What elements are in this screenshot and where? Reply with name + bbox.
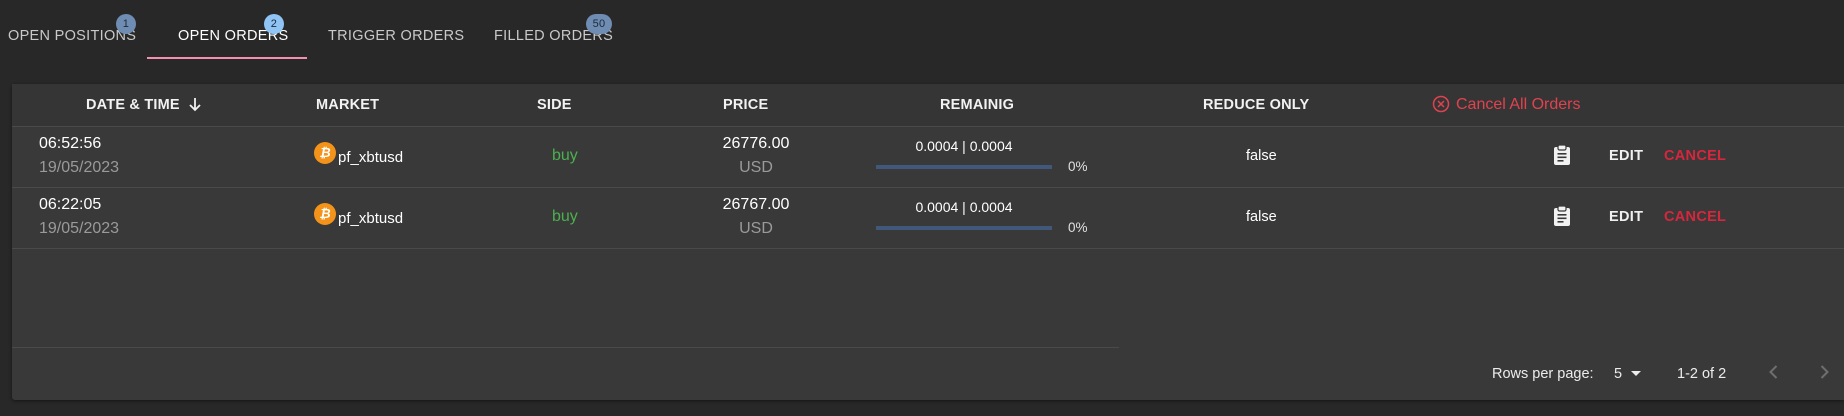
rows-per-page-value: 5 [1614,366,1623,382]
bitcoin-icon: ₿ [314,203,336,225]
cancel-all-orders-button[interactable]: Cancel All Orders [1432,92,1581,118]
caret-down-icon [1630,366,1642,382]
order-date: 19/05/2023 [39,159,120,176]
remaining-amount: 0.0004 | 0.0004 [915,199,1013,215]
clipboard-icon[interactable] [1552,144,1572,171]
order-price: 26767.00 [722,196,790,213]
market-name: pf_xbtusd [338,149,404,166]
clipboard-icon[interactable] [1552,205,1572,232]
rows-per-page-label: Rows per page: [1492,366,1594,382]
remaining-percent: 0% [1068,159,1088,174]
chevron-right-icon[interactable] [1814,362,1834,387]
order-time: 06:22:05 [39,196,102,213]
column-header-remaining: REMAINIG [940,97,1015,113]
pagination-range: 1-2 of 2 [1677,366,1727,382]
count-badge: 1 [116,14,136,34]
cancel-order-button[interactable]: CANCEL [1664,209,1726,225]
reduce-only-value: false [1246,209,1277,225]
arrow-down-icon[interactable] [188,97,202,116]
tab-trigger-orders[interactable]: TRIGGER ORDERS [328,24,464,60]
footer-divider [12,347,1119,348]
table-row: 06:52:56 19/05/2023 ₿ pf_xbtusd buy 2677… [12,127,1844,188]
count-badge: 2 [264,14,284,34]
edit-button[interactable]: EDIT [1609,148,1643,164]
price-currency: USD [739,159,773,176]
tab-label: TRIGGER ORDERS [328,28,465,44]
tab-open-orders[interactable]: OPEN ORDERS 2 [178,14,288,60]
count-badge: 50 [586,14,612,34]
tab-filled-orders[interactable]: FILLED ORDERS 50 [494,14,613,60]
price-currency: USD [739,220,773,237]
order-side: buy [552,208,578,225]
column-header-label: DATE & TIME [86,97,180,113]
bitcoin-icon: ₿ [314,142,336,164]
active-tab-indicator [147,57,307,59]
order-tabs: OPEN POSITIONS 1 OPEN ORDERS 2 TRIGGER O… [0,0,800,60]
reduce-only-value: false [1246,148,1277,164]
cancel-all-label: Cancel All Orders [1456,96,1581,113]
remaining-percent: 0% [1068,220,1088,235]
order-time: 06:52:56 [39,135,102,152]
cancel-order-button[interactable]: CANCEL [1664,148,1726,164]
tab-open-positions[interactable]: OPEN POSITIONS 1 [8,14,136,60]
column-header-market: MARKET [316,97,380,113]
edit-button[interactable]: EDIT [1609,209,1643,225]
column-header-date-time[interactable]: DATE & TIME [86,97,202,116]
order-price: 26776.00 [722,135,790,152]
remaining-progress-bar [876,226,1052,230]
remaining-progress-bar [876,165,1052,169]
close-circle-icon [1432,95,1450,118]
rows-per-page-select[interactable]: 5 [1614,366,1642,382]
column-header-side: SIDE [537,97,572,113]
chevron-left-icon[interactable] [1764,362,1784,387]
remaining-amount: 0.0004 | 0.0004 [915,138,1013,154]
order-side: buy [552,147,578,164]
market-name: pf_xbtusd [338,210,404,227]
order-date: 19/05/2023 [39,220,120,237]
table-row: 06:22:05 19/05/2023 ₿ pf_xbtusd buy 2676… [12,188,1844,249]
column-header-price: PRICE [723,97,769,113]
table-header: DATE & TIME MARKET SIDE PRICE REMAINIG R… [12,84,1844,127]
orders-table-panel: DATE & TIME MARKET SIDE PRICE REMAINIG R… [12,84,1844,400]
column-header-reduce-only: REDUCE ONLY [1203,97,1310,113]
